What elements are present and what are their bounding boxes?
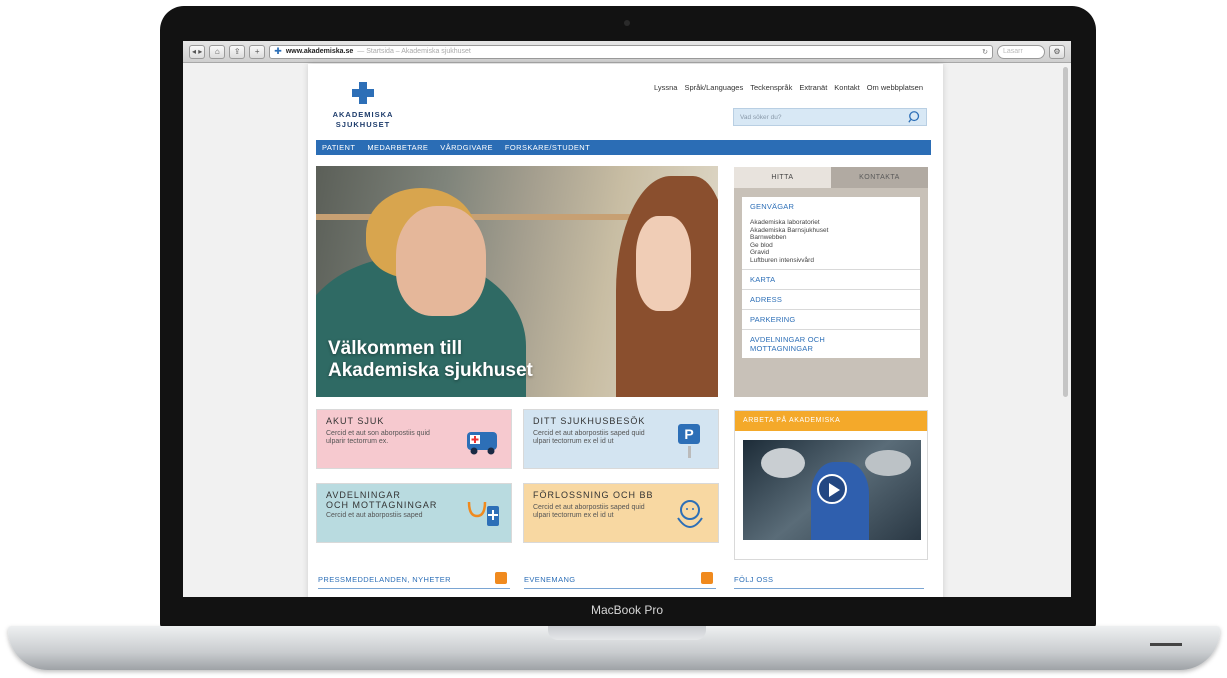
link-ge-blod[interactable]: Ge blod xyxy=(750,242,912,250)
cross-icon xyxy=(352,82,374,104)
video-player[interactable] xyxy=(743,440,921,540)
site-logo[interactable]: AKADEMISKA SJUKHUSET xyxy=(328,82,398,130)
settings-gear-icon[interactable]: ⚙ xyxy=(1049,44,1065,59)
nav-patient[interactable]: PATIENT xyxy=(322,143,355,152)
shortcut-list: GENVÄGAR Akademiska laboratoriet Akademi… xyxy=(742,197,920,358)
box-text: Cercid et aut aborpostiis saped quid ulp… xyxy=(533,430,645,445)
favicon-icon: ✚ xyxy=(274,46,282,56)
camera-icon xyxy=(624,20,630,26)
laptop-notch xyxy=(548,626,706,640)
box-text: Cercid et aut aborpostiis saped xyxy=(326,512,423,519)
news-heading[interactable]: PRESSMEDDELANDEN, NYHETER xyxy=(318,572,510,589)
link-karta[interactable]: KARTA xyxy=(750,275,912,284)
link-laboratoriet[interactable]: Akademiska laboratoriet xyxy=(750,219,912,227)
link-adress[interactable]: ADRESS xyxy=(750,295,912,304)
search-placeholder: Vad söker du? xyxy=(740,113,782,121)
link-barnwebben[interactable]: Barnwebben xyxy=(750,234,912,242)
stethoscope-icon xyxy=(467,501,499,526)
site-search-input[interactable]: Vad söker du? xyxy=(733,108,927,126)
play-icon[interactable] xyxy=(817,474,847,504)
web-page: AKADEMISKA SJUKHUSET Lyssna Språk/Langua… xyxy=(308,64,943,597)
main-navigation: PATIENT MEDARBETARE VÅRDGIVARE FORSKARE/… xyxy=(316,140,931,155)
link-gravid[interactable]: Gravid xyxy=(750,249,912,257)
ambulance-icon xyxy=(467,432,497,455)
box-text: Cercid et aut son aborpostiis quid ulpar… xyxy=(326,430,430,445)
link-teckensprak[interactable]: Teckenspråk xyxy=(750,83,792,92)
jobs-heading[interactable]: ARBETA PÅ AKADEMISKA xyxy=(735,411,927,431)
box-text: Cercid et aut aborpostiis saped quid ulp… xyxy=(533,504,645,519)
svg-text:P: P xyxy=(684,426,693,442)
laptop-screen: ◂ ▸ ⌂ ⇪ + ✚ www.akademiska.se — Startsid… xyxy=(183,41,1071,597)
reload-icon[interactable]: ↻ xyxy=(982,48,988,56)
find-contact-panel: HITTA KONTAKTA GENVÄGAR Akademiska labor… xyxy=(734,167,928,397)
follow-heading[interactable]: FÖLJ OSS xyxy=(734,575,924,589)
logo-line1: AKADEMISKA xyxy=(332,110,394,119)
link-avdelningar[interactable]: AVDELNINGAR OCH MOTTAGNINGAR xyxy=(750,335,860,353)
nav-forskare-student[interactable]: FORSKARE/STUDENT xyxy=(505,143,590,152)
link-sprak[interactable]: Språk/Languages xyxy=(684,83,743,92)
address-bar[interactable]: ✚ www.akademiska.se — Startsida – Akadem… xyxy=(269,44,993,59)
parking-icon: P xyxy=(678,424,700,458)
link-parkering[interactable]: PARKERING xyxy=(750,315,912,324)
footer-section-heads: PRESSMEDDELANDEN, NYHETER EVENEMANG FÖLJ… xyxy=(316,569,931,597)
link-extranat[interactable]: Extranät xyxy=(799,83,827,92)
link-luftburen[interactable]: Luftburen intensivvård xyxy=(750,257,912,265)
box-avdelningar[interactable]: AVDELNINGAR OCH MOTTAGNINGAR Cercid et a… xyxy=(316,483,512,543)
genvagar-heading: GENVÄGAR xyxy=(750,202,795,211)
url-domain: www.akademiska.se xyxy=(285,48,354,55)
link-lyssna[interactable]: Lyssna xyxy=(654,83,678,92)
laptop-indicator xyxy=(1150,643,1182,646)
device-label: MacBook Pro xyxy=(590,603,664,617)
hero-banner[interactable]: Välkommen till Akademiska sjukhuset xyxy=(316,166,718,397)
utility-links: Lyssna Språk/Languages Teckenspråk Extra… xyxy=(654,83,923,92)
nav-medarbetare[interactable]: MEDARBETARE xyxy=(367,143,428,152)
browser-toolbar: ◂ ▸ ⌂ ⇪ + ✚ www.akademiska.se — Startsid… xyxy=(183,41,1071,63)
box-akut-sjuk[interactable]: AKUT SJUK Cercid et aut son aborpostiis … xyxy=(316,409,512,469)
logo-line2: SJUKHUSET xyxy=(335,120,391,129)
link-barnsjukhuset[interactable]: Akademiska Barnsjukhuset xyxy=(750,227,912,235)
box-sjukhusbesok[interactable]: DITT SJUKHUSBESÖK Cercid et aut aborpost… xyxy=(523,409,719,469)
baby-icon xyxy=(677,500,703,528)
rss-icon[interactable] xyxy=(495,572,507,584)
scrollbar[interactable] xyxy=(1062,67,1069,597)
nav-vardgivare[interactable]: VÅRDGIVARE xyxy=(440,143,493,152)
rss-icon[interactable] xyxy=(701,572,713,584)
jobs-panel: ARBETA PÅ AKADEMISKA xyxy=(734,410,928,560)
tab-hitta[interactable]: HITTA xyxy=(734,167,831,188)
search-icon[interactable] xyxy=(908,110,922,124)
box-forlossning[interactable]: FÖRLOSSNING OCH BB Cercid et aut aborpos… xyxy=(523,483,719,543)
tab-kontakta[interactable]: KONTAKTA xyxy=(831,167,928,188)
link-om-webbplatsen[interactable]: Om webbplatsen xyxy=(867,83,923,92)
url-page-title: — Startsida – Akademiska sjukhuset xyxy=(357,48,471,55)
events-heading[interactable]: EVENEMANG xyxy=(524,572,716,589)
add-bookmark-button[interactable]: + xyxy=(249,44,266,59)
home-icon[interactable]: ⌂ xyxy=(209,44,226,59)
hero-title: Välkommen till Akademiska sjukhuset xyxy=(328,338,533,381)
scroll-thumb[interactable] xyxy=(1063,67,1068,397)
share-icon[interactable]: ⇪ xyxy=(229,44,246,59)
back-forward-button[interactable]: ◂ ▸ xyxy=(189,44,206,59)
browser-search-input[interactable]: Lasarr xyxy=(997,44,1045,59)
link-kontakt[interactable]: Kontakt xyxy=(834,83,859,92)
